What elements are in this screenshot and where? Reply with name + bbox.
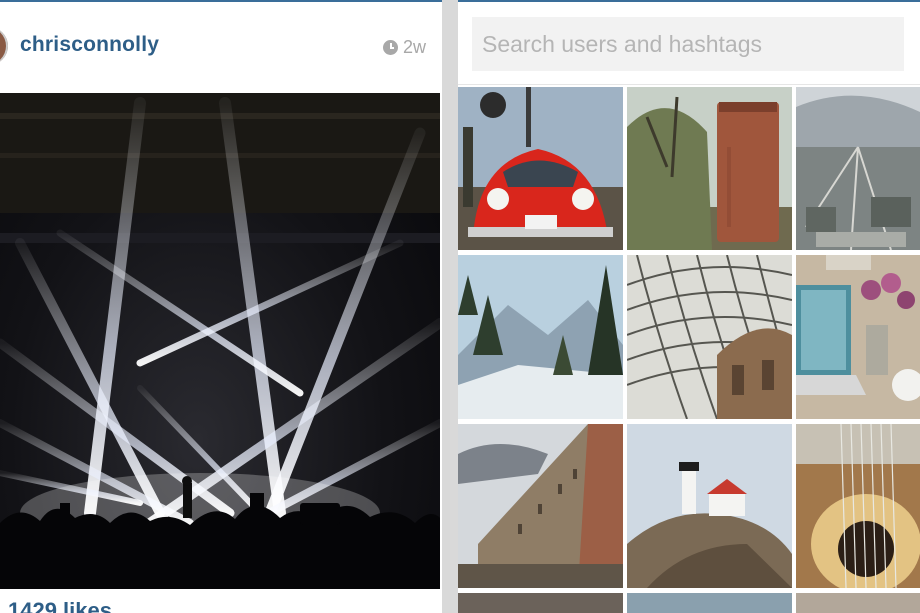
search-input[interactable] [472, 17, 904, 71]
grid-photo[interactable] [627, 593, 792, 613]
top-divider [458, 0, 920, 2]
snowy-mountain-photo-icon [458, 255, 623, 419]
grid-photo[interactable] [458, 424, 623, 588]
grid-photo[interactable] [796, 87, 920, 250]
clock-icon [382, 40, 398, 55]
city-aerial-photo-icon [796, 87, 920, 250]
post-photo[interactable] [0, 93, 440, 589]
guitar-closeup-photo-icon [796, 424, 920, 588]
red-beetle-car-photo-icon [458, 87, 623, 250]
grid-photo[interactable] [458, 87, 623, 250]
glass-dome-photo-icon [627, 255, 792, 419]
grid-photo[interactable] [627, 87, 792, 250]
feed-panel: chrisconnolly 2w 1429 likes [0, 0, 442, 613]
grid-photo[interactable] [796, 255, 920, 419]
old-prison-wall-photo-icon [458, 424, 623, 588]
search-divider [458, 84, 920, 85]
post-time-label: 2w [402, 37, 426, 57]
laptop-flowers-photo-icon [796, 255, 920, 419]
brick-tower-photo-icon [627, 87, 792, 250]
explore-panel [458, 0, 920, 613]
grid-photo[interactable] [796, 593, 920, 613]
lighthouse-cliff-photo-icon [627, 424, 792, 588]
grid-photo[interactable] [627, 255, 792, 419]
grid-photo[interactable] [458, 255, 623, 419]
grid-photo[interactable] [627, 424, 792, 588]
top-divider [0, 0, 442, 2]
grid-photo[interactable] [458, 593, 623, 613]
post-time: 2w [382, 37, 426, 58]
concert-photo-icon [0, 93, 440, 589]
likes-count[interactable]: 1429 likes [8, 598, 112, 613]
avatar[interactable] [0, 27, 8, 65]
grid-photo[interactable] [796, 424, 920, 588]
post-username[interactable]: chrisconnolly [20, 33, 159, 57]
